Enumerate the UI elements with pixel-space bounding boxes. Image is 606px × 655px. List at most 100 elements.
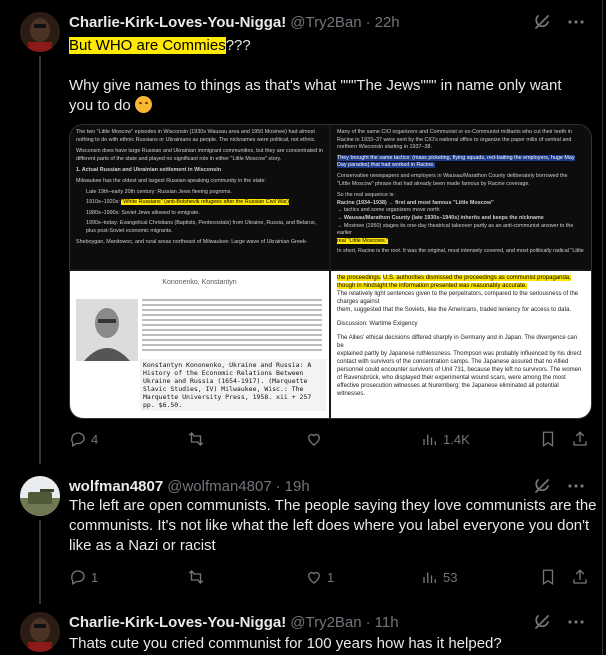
media-text: → Mosinee (1950) stages its one-day thea… <box>337 222 574 237</box>
portrait-image <box>76 299 138 361</box>
media-text: The Allies' ethical decisions differed s… <box>337 335 578 349</box>
post[interactable]: wolfman4807 @wolfman4807 · 19h The left … <box>0 464 603 604</box>
like-count: 1 <box>327 569 335 585</box>
post-actions: 1 1 53 <box>69 568 589 588</box>
media-text: 1990s–today: Evangelical Christians (Bap… <box>86 220 317 227</box>
display-name[interactable]: Charlie-Kirk-Loves-You-Nigga! <box>69 614 286 631</box>
media-text: Conservative newspapers and employers in… <box>337 172 568 179</box>
share-button[interactable] <box>571 568 589 586</box>
like-button[interactable] <box>305 430 323 448</box>
avatar[interactable] <box>20 612 60 652</box>
bookmark-icon <box>542 569 554 586</box>
heart-icon <box>308 571 320 584</box>
media-text: 1910s–1920s: <box>86 199 120 206</box>
reply-icon <box>71 432 85 447</box>
smirking-face-emoji <box>134 96 152 113</box>
media-text: northern Wisconsin starting in 1937–38. <box>337 144 432 151</box>
media-highlight: real "Little Moscows." <box>337 237 389 244</box>
avatar[interactable] <box>20 12 60 52</box>
media-highlight: "White Russians" (anti-Bolshevik refugee… <box>121 199 289 206</box>
media-text: So the real sequence is: <box>337 192 395 199</box>
views-icon <box>423 434 436 445</box>
timestamp[interactable]: 19h <box>285 478 310 495</box>
share-button[interactable] <box>571 430 589 448</box>
separator: · <box>275 477 281 495</box>
post[interactable]: Charlie-Kirk-Loves-You-Nigga! @Try2Ban ·… <box>0 0 603 464</box>
separator: · <box>365 13 371 31</box>
repost-button[interactable] <box>187 568 205 586</box>
media-highlight: the proceedings. <box>337 275 382 281</box>
media-grid[interactable]: The two "Little Moscow" episodes in Wisc… <box>69 124 592 419</box>
post-text: But WHO are Commies??? <box>69 36 589 56</box>
media-text: Late 19th–early 20th century: Russian Je… <box>86 188 232 195</box>
media-image-3[interactable]: Kononenko, Konstantyn Konstantyn Kononen… <box>70 271 329 418</box>
more-options-icon[interactable] <box>566 12 586 32</box>
highlighted-text: But WHO are Commies <box>69 37 226 54</box>
timestamp[interactable]: 22h <box>375 14 400 31</box>
handle[interactable]: @Try2Ban <box>290 614 361 631</box>
reply-count: 4 <box>91 431 99 447</box>
media-text: The two "Little Moscow" episodes in Wisc… <box>76 129 315 135</box>
media-text: → tactics and some organizers move north <box>337 207 440 214</box>
reply-button[interactable]: 4 <box>69 430 98 448</box>
media-image-1[interactable]: The two "Little Moscow" episodes in Wisc… <box>70 125 329 269</box>
media-text: nothing to do with ethnic Russians or Uk… <box>76 136 316 143</box>
display-name[interactable]: Charlie-Kirk-Loves-You-Nigga! <box>69 14 286 31</box>
media-text: Milwaukee has the oldest and largest Rus… <box>76 177 266 184</box>
media-text: contact with survivors of the concentrat… <box>337 359 569 365</box>
media-text: Sheboygan, Manitowoc, and rural areas no… <box>76 238 308 245</box>
post-actions: 4 1.4K <box>69 430 589 450</box>
media-text: Wisconsin does have large Russian and Uk… <box>76 148 323 155</box>
media-text: 1980s–1990s: Soviet Jews allowed to emig… <box>86 209 200 216</box>
media-image-2[interactable]: Many of the same CIO organizers and Comm… <box>331 125 591 269</box>
media-highlight: Day parades) that had worked in Racine. <box>337 162 435 169</box>
bookmark-button[interactable] <box>539 430 557 448</box>
post-text: The left are open communists. The people… <box>69 497 597 554</box>
heart-icon <box>308 433 320 446</box>
media-text: → Wausau/Marathon County (late 1930s–194… <box>337 214 544 221</box>
timestamp[interactable]: 11h <box>375 614 399 631</box>
handle[interactable]: @Try2Ban <box>290 14 361 31</box>
media-text: of Ravensbrück, who displayed their expe… <box>337 375 566 381</box>
media-text: Racine in 1933–37 were sent by the CIO's… <box>337 136 572 143</box>
media-text: different parts of the state and played … <box>76 155 282 162</box>
media-text: explained partly by Japanese ruthlessnes… <box>337 351 582 357</box>
repost-button[interactable] <box>187 430 205 448</box>
post-text-suffix: ??? <box>225 37 251 54</box>
handle[interactable]: @wolfman4807 <box>167 478 271 495</box>
views-icon <box>423 572 436 583</box>
more-options-icon[interactable] <box>566 476 586 496</box>
bookmark-button[interactable] <box>539 568 557 586</box>
reply-count: 1 <box>91 569 99 585</box>
more-options-icon[interactable] <box>566 612 586 632</box>
grok-icon[interactable] <box>532 612 552 632</box>
book-citation: Konstantyn Kononenko, Ukraine and Russia… <box>140 359 326 411</box>
media-text: them, suggested that the Soviets, like t… <box>337 307 572 313</box>
display-name[interactable]: wolfman4807 <box>69 478 163 495</box>
media-text: witnesses. <box>337 391 366 397</box>
media-text: Racine (1934–1938) → first and most famo… <box>337 199 494 206</box>
media-text: The relatively light sentences given to … <box>337 291 579 305</box>
thread-line <box>39 520 41 604</box>
media-text: effective prosecution witnesses at Nurem… <box>337 383 559 389</box>
media-text: In short, Racine is the root. It was the… <box>337 248 584 255</box>
post-text: Thats cute you cried communist for 100 y… <box>69 635 502 652</box>
media-text: Discussion: Wartime Exigency <box>337 321 418 327</box>
post[interactable]: Charlie-Kirk-Loves-You-Nigga! @Try2Ban ·… <box>0 602 603 655</box>
grok-icon[interactable] <box>532 12 552 32</box>
media-text: personnel could encounter survivors of U… <box>337 367 582 373</box>
reply-button[interactable]: 1 <box>69 568 98 586</box>
like-button[interactable]: 1 <box>305 568 334 586</box>
separator: · <box>365 613 371 631</box>
media-text: "Little Moscow" phrase that had already … <box>337 180 530 187</box>
views-count: 53 <box>443 569 458 585</box>
share-icon <box>573 569 587 584</box>
media-image-4[interactable]: the proceedings. U.S. authorities dismis… <box>331 271 591 418</box>
views-button[interactable]: 53 <box>421 568 457 586</box>
bookmark-icon <box>542 431 554 448</box>
share-icon <box>573 431 587 446</box>
avatar[interactable] <box>20 476 60 516</box>
media-highlight: They brought the same tactics: (mass pic… <box>337 154 575 161</box>
views-button[interactable]: 1.4K <box>421 430 470 448</box>
grok-icon[interactable] <box>532 476 552 496</box>
